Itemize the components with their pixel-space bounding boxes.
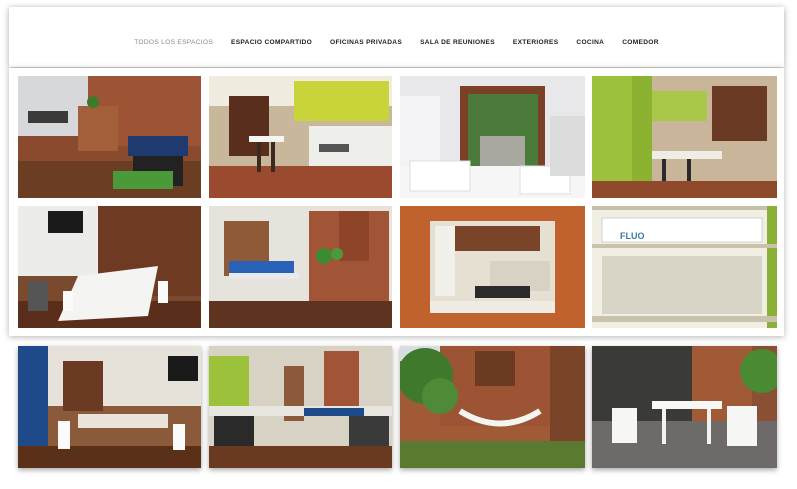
- photo-office-brick-planter[interactable]: [209, 206, 392, 328]
- photo-coworking-brick-room[interactable]: [18, 76, 201, 198]
- filter-nav-list: TODOS LOS ESPACIOS ESPACIO COMPARTIDO OF…: [125, 39, 668, 46]
- photo-patio-view-chairs[interactable]: [400, 76, 585, 198]
- photo-glasses-shelf[interactable]: FLUO: [592, 206, 777, 328]
- filter-exteriores[interactable]: EXTERIORES: [504, 39, 568, 46]
- photo-office-green-wall[interactable]: [209, 346, 392, 468]
- filter-cocina[interactable]: COCINA: [567, 39, 613, 46]
- filter-oficinas-privadas[interactable]: OFICINAS PRIVADAS: [321, 39, 411, 46]
- filter-sala-de-reuniones[interactable]: SALA DE REUNIONES: [411, 39, 504, 46]
- photo-kitchen-green-cabinets[interactable]: [592, 76, 777, 198]
- filter-todos-los-espacios[interactable]: TODOS LOS ESPACIOS: [125, 39, 222, 46]
- photo-garden-hammock[interactable]: [400, 346, 585, 468]
- filter-espacio-compartido[interactable]: ESPACIO COMPARTIDO: [222, 39, 321, 46]
- photo-patio-white-furniture[interactable]: [592, 346, 777, 468]
- photo-meeting-room-wood[interactable]: [18, 206, 201, 328]
- photo-kitchen-pass-through[interactable]: [400, 206, 585, 328]
- filter-comedor[interactable]: COMEDOR: [613, 39, 668, 46]
- photo-meeting-room-blue-wall[interactable]: [18, 346, 201, 468]
- shelf-brand-label: FLUO: [620, 231, 645, 241]
- photo-kitchen-yellow-cabinets[interactable]: [209, 76, 392, 198]
- filter-nav-bar: TODOS LOS ESPACIOS ESPACIO COMPARTIDO OF…: [9, 7, 784, 67]
